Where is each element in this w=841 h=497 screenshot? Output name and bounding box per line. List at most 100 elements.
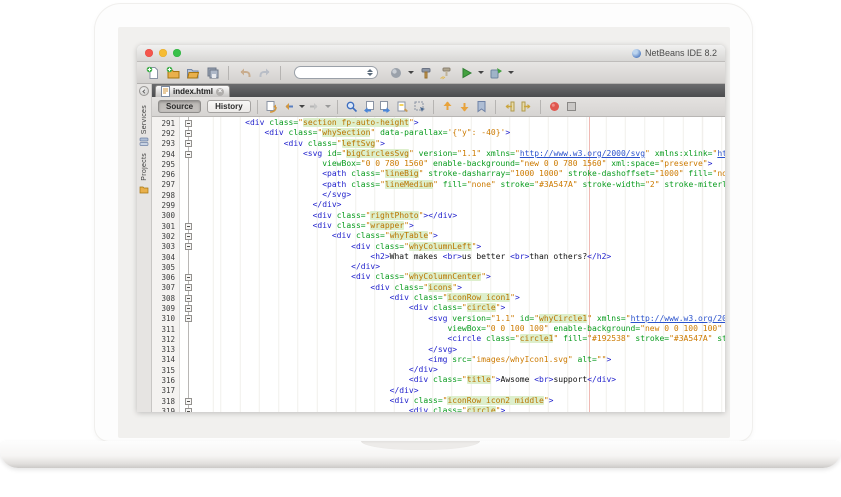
code-text: </div> <box>197 262 725 272</box>
code-line: 311 viewBox="0 0 100 100" enable-backgro… <box>152 324 725 334</box>
code-line: 317 </div> <box>152 386 725 396</box>
clean-and-build-button[interactable] <box>437 64 454 81</box>
code-text: <div class="title">Awsome <br>support</d… <box>197 375 725 385</box>
line-number: 296 <box>152 170 180 179</box>
new-file-button[interactable] <box>144 64 161 81</box>
deploy-dropdown-icon[interactable] <box>408 71 414 74</box>
fold-toggle-icon[interactable] <box>180 120 197 127</box>
netbeans-logo-icon <box>632 49 641 58</box>
code-line: 316 <div class="title">Awsome <br>suppor… <box>152 375 725 385</box>
code-text: <div class="rightPhoto"></div> <box>197 211 725 221</box>
configuration-combo[interactable] <box>294 66 378 79</box>
find-next-button[interactable] <box>378 99 393 114</box>
code-text: </svg> <box>197 190 725 200</box>
close-tab-icon[interactable]: × <box>216 88 224 96</box>
fold-toggle-icon[interactable] <box>180 284 197 291</box>
rail-collapse-button[interactable] <box>139 86 149 96</box>
line-number: 316 <box>152 376 180 385</box>
select-in-button[interactable] <box>412 99 427 114</box>
history-view-button[interactable]: History <box>207 100 251 113</box>
shift-line-left-button[interactable] <box>502 99 517 114</box>
code-line: 301 <div class="wrapper"> <box>152 221 725 231</box>
forward-dropdown-icon[interactable] <box>325 105 331 108</box>
fold-toggle-icon[interactable] <box>180 243 197 250</box>
line-number: 303 <box>152 242 180 251</box>
code-text: <div class="wrapper"> <box>197 221 725 231</box>
code-text: <circle class="circle1" fill="#192538" s… <box>197 334 725 344</box>
find-previous-button[interactable] <box>361 99 376 114</box>
fold-toggle-icon[interactable] <box>180 130 197 137</box>
fold-toggle-icon[interactable] <box>180 408 197 412</box>
open-project-button[interactable] <box>184 64 201 81</box>
code-line: 292 <div class="whySection" data-paralla… <box>152 128 725 138</box>
line-number: 306 <box>152 273 180 282</box>
run-dropdown-icon[interactable] <box>478 71 484 74</box>
previous-bookmark-button[interactable] <box>440 99 455 114</box>
sidebar-tab-services[interactable]: Services <box>139 102 149 150</box>
code-text: <div class="iconRow icon2 middle"> <box>197 396 725 406</box>
back-button[interactable] <box>281 99 296 114</box>
next-bookmark-button[interactable] <box>457 99 472 114</box>
debug-dropdown-icon[interactable] <box>508 71 514 74</box>
close-window-button[interactable] <box>145 49 153 57</box>
fold-toggle-icon[interactable] <box>180 398 197 405</box>
code-text: </svg> <box>197 345 725 355</box>
code-line: 319 <div class="circle"> <box>152 406 725 412</box>
combo-spinner-icon <box>367 69 373 76</box>
code-text: <div class="whyColumnCenter"> <box>197 272 725 282</box>
fold-toggle-icon[interactable] <box>180 295 197 302</box>
fold-toggle-icon[interactable] <box>180 140 197 147</box>
find-selection-button[interactable] <box>344 99 359 114</box>
fold-toggle-icon[interactable] <box>180 305 197 312</box>
save-all-button[interactable] <box>204 64 221 81</box>
toggle-highlight-search-button[interactable] <box>395 99 410 114</box>
line-number: 310 <box>152 314 180 323</box>
code-text: <path class="lineMedium" fill="none" str… <box>197 180 725 190</box>
projects-icon <box>139 184 149 194</box>
stop-macro-button[interactable] <box>564 99 579 114</box>
code-line: 295 viewBox="0 0 780 1560" enable-backgr… <box>152 159 725 169</box>
sidebar-tab-projects[interactable]: Projects <box>139 150 149 197</box>
code-line: 305 </div> <box>152 262 725 272</box>
line-number: 313 <box>152 345 180 354</box>
last-edit-location-button[interactable] <box>264 99 279 114</box>
code-text: </div> <box>197 200 725 210</box>
code-text: <div class="circle"> <box>197 406 725 412</box>
fold-toggle-icon[interactable] <box>180 151 197 158</box>
fold-toggle-icon[interactable] <box>180 274 197 281</box>
code-line: 314 <img src="images/whyIcon1.svg" alt="… <box>152 355 725 365</box>
code-text: <img src="images/whyIcon1.svg" alt=""> <box>197 355 725 365</box>
tab-index-html[interactable]: index.html × <box>155 85 230 97</box>
redo-button[interactable] <box>256 64 273 81</box>
laptop-base <box>0 441 841 468</box>
forward-button[interactable] <box>307 99 322 114</box>
line-number: 297 <box>152 180 180 189</box>
deploy-button[interactable] <box>387 64 404 81</box>
code-line: 304 <h2>What makes <br>us better <br>tha… <box>152 252 725 262</box>
window-titlebar: NetBeans IDE 8.2 <box>137 45 725 62</box>
laptop-base-scoop <box>361 441 480 450</box>
minimize-window-button[interactable] <box>159 49 167 57</box>
fold-toggle-icon[interactable] <box>180 315 197 322</box>
build-project-button[interactable] <box>417 64 434 81</box>
line-number: 302 <box>152 232 180 241</box>
toggle-bookmark-button[interactable] <box>474 99 489 114</box>
line-number: 312 <box>152 335 180 344</box>
code-editor[interactable]: 291 <div class="section fp-auto-height">… <box>152 117 725 412</box>
netbeans-window: NetBeans IDE 8.2 <box>137 45 725 412</box>
zoom-window-button[interactable] <box>173 49 181 57</box>
fold-toggle-icon[interactable] <box>180 233 197 240</box>
new-project-button[interactable] <box>164 64 181 81</box>
run-project-button[interactable] <box>457 64 474 81</box>
debug-project-button[interactable] <box>487 64 504 81</box>
record-macro-button[interactable] <box>547 99 562 114</box>
code-line: 302 <div class="whyTable"> <box>152 231 725 241</box>
back-dropdown-icon[interactable] <box>299 105 305 108</box>
source-view-button[interactable]: Source <box>158 100 201 113</box>
code-text: <div class="section fp-auto-height"> <box>197 118 725 128</box>
undo-button[interactable] <box>236 64 253 81</box>
code-text: viewBox="0 0 780 1560" enable-background… <box>197 159 725 169</box>
code-text: <svg id="bigCirclesSvg" version="1.1" xm… <box>197 149 725 159</box>
shift-line-right-button[interactable] <box>519 99 534 114</box>
fold-toggle-icon[interactable] <box>180 223 197 230</box>
